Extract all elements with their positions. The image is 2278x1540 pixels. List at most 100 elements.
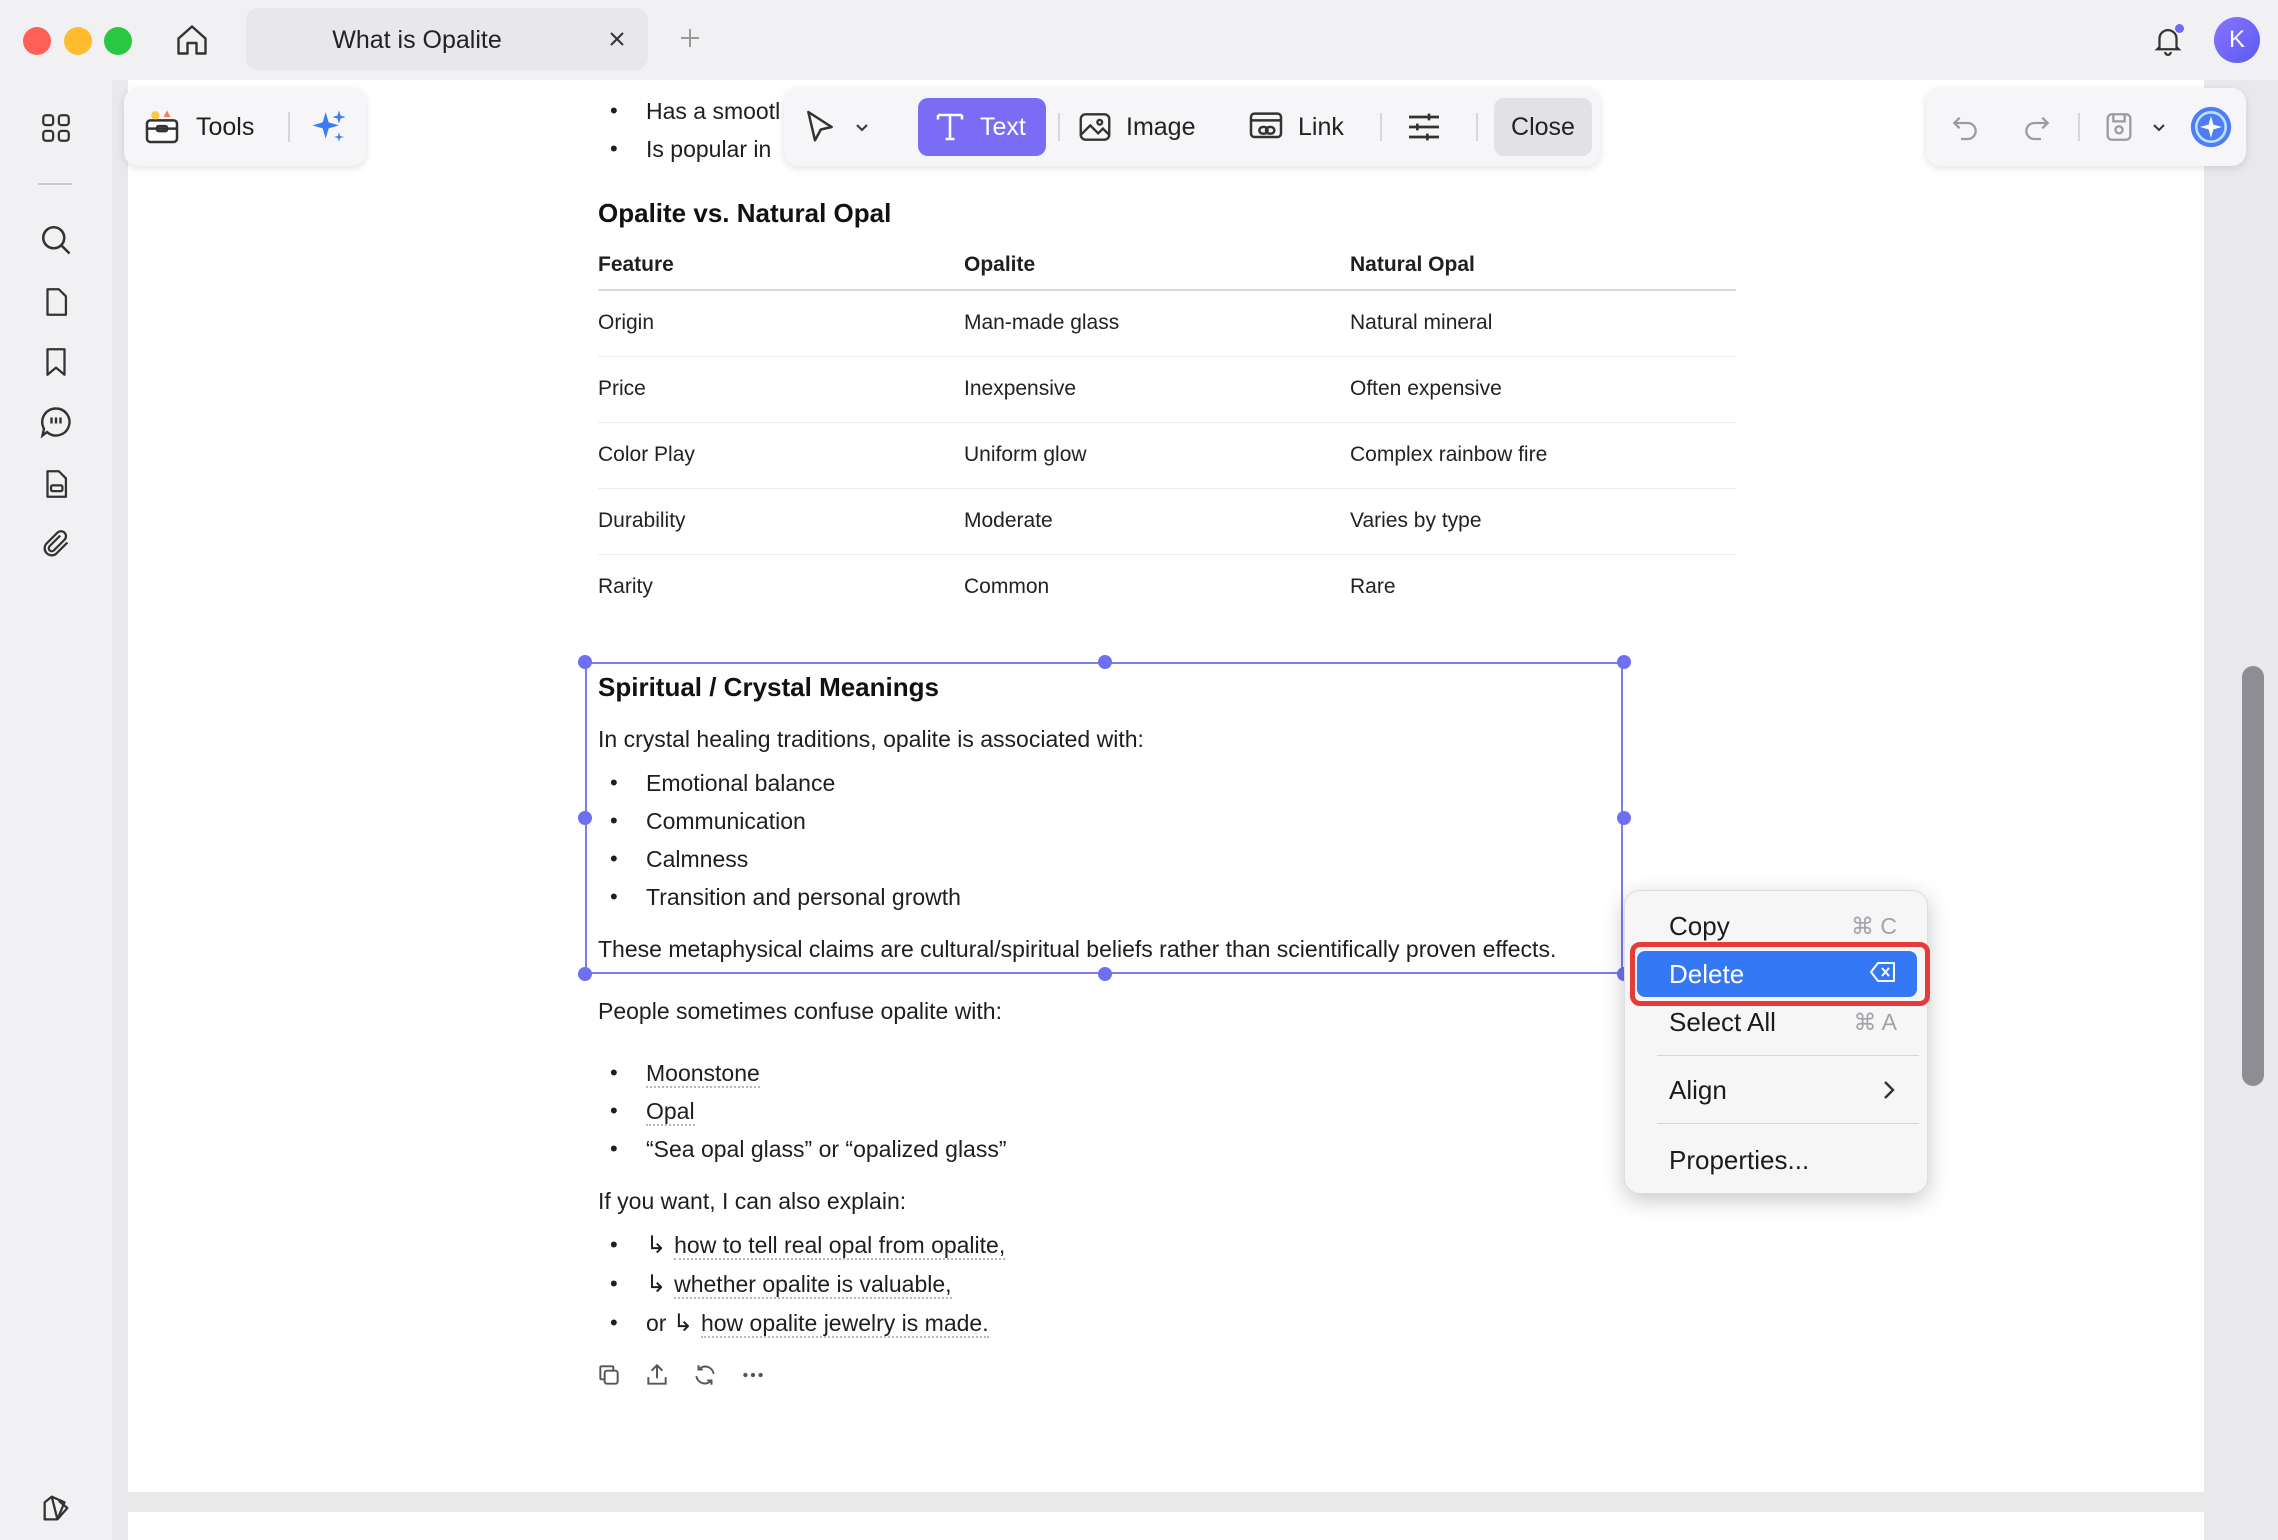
apps-grid-icon[interactable] (30, 102, 82, 154)
bookmark-icon[interactable] (30, 336, 82, 388)
ai-assistant-icon[interactable] (2188, 104, 2234, 150)
undo-icon[interactable] (1942, 104, 1988, 150)
pages-icon[interactable] (30, 276, 82, 328)
tab-close-icon[interactable] (600, 22, 634, 56)
list-item: Emotional balance (598, 764, 1738, 802)
tab-title: What is Opalite (332, 26, 502, 54)
table-cell: Origin (598, 290, 964, 357)
table-row: Price Inexpensive Often expensive (598, 356, 1736, 423)
list-item: “Sea opal glass” or “opalized glass” (598, 1130, 1738, 1168)
resize-handle[interactable] (578, 811, 592, 825)
table-cell: Man-made glass (964, 290, 1350, 357)
followup-link[interactable]: how to tell real opal from opalite, (674, 1232, 1006, 1260)
table-header: Feature (598, 240, 964, 291)
save-icon[interactable] (2096, 104, 2142, 150)
list-item: Communication (598, 802, 1738, 840)
list-item: Opal (598, 1092, 1738, 1130)
confuse-bullet-list: Moonstone Opal “Sea opal glass” or “opal… (598, 1054, 1738, 1168)
text-icon (936, 113, 964, 141)
link-moonstone[interactable]: Moonstone (646, 1060, 760, 1088)
properties-tool-button[interactable] (1404, 98, 1444, 156)
toolbar-divider (2078, 113, 2080, 141)
or-text: or (646, 1310, 667, 1336)
redo-icon[interactable] (2014, 104, 2060, 150)
home-icon[interactable] (170, 18, 214, 62)
more-icon[interactable] (740, 1362, 766, 1388)
edit-toolbar: Text Image Link Close (784, 88, 1600, 166)
list-item: Moonstone (598, 1054, 1738, 1092)
notification-dot (2175, 24, 2184, 33)
ai-sparkle-icon[interactable] (304, 102, 354, 152)
resize-handle[interactable] (578, 967, 592, 981)
menu-item-properties[interactable]: Properties... (1637, 1137, 1917, 1183)
table-cell: Moderate (964, 488, 1350, 555)
list-item: ↳ whether opalite is valuable, (598, 1265, 1738, 1304)
list-item: or ↳ how opalite jewelry is made. (598, 1304, 1738, 1343)
link-icon (1249, 112, 1283, 139)
title-bar: What is Opalite K (0, 0, 2278, 80)
menu-item-label: Align (1669, 1074, 1727, 1105)
menu-divider (1657, 1123, 1919, 1124)
toolbar-divider (1380, 113, 1382, 141)
close-edit-button[interactable]: Close (1494, 98, 1592, 156)
chevron-right-icon (1884, 1081, 1895, 1099)
close-window-button[interactable] (23, 27, 51, 55)
new-tab-icon[interactable] (672, 20, 708, 56)
resize-handle[interactable] (578, 655, 592, 669)
text-tool-label: Text (980, 112, 1026, 141)
chevron-down-icon[interactable] (2144, 104, 2174, 150)
followup-link[interactable]: how opalite jewelry is made. (700, 1310, 989, 1338)
user-avatar[interactable]: K (2214, 17, 2260, 63)
image-tool-label: Image (1126, 112, 1196, 141)
table-row: Color Play Uniform glow Complex rainbow … (598, 422, 1736, 489)
theme-icon[interactable] (30, 1482, 82, 1534)
spiritual-intro: In crystal healing traditions, opalite i… (598, 726, 1144, 752)
table-cell: Common (964, 575, 1050, 599)
tools-label: Tools (196, 112, 255, 141)
document-tab[interactable]: What is Opalite (246, 8, 648, 70)
resize-handle[interactable] (1098, 655, 1112, 669)
minimize-window-button[interactable] (64, 27, 92, 55)
comment-icon[interactable] (30, 396, 82, 448)
link-tool-button[interactable]: Link (1246, 98, 1344, 156)
menu-divider (1657, 1055, 1919, 1056)
resize-handle[interactable] (1098, 967, 1112, 981)
attachment-icon[interactable] (30, 518, 82, 570)
table-cell: Natural mineral (1350, 290, 1736, 357)
regenerate-icon[interactable] (692, 1362, 718, 1388)
table-row: Durability Moderate Varies by type (598, 488, 1736, 555)
link-tool-label: Link (1298, 112, 1344, 141)
notification-bell-icon[interactable] (2146, 18, 2190, 62)
vertical-scrollbar[interactable] (2242, 666, 2264, 1086)
delete-highlight-outline (1630, 942, 1930, 1006)
list-item: Transition and personal growth (598, 878, 1738, 916)
shortcut-label: ⌘ C (1851, 912, 1897, 939)
share-icon[interactable] (644, 1362, 670, 1388)
confuse-intro: People sometimes confuse opalite with: (598, 998, 1002, 1024)
zoom-window-button[interactable] (104, 27, 132, 55)
image-tool-button[interactable]: Image (1076, 98, 1195, 156)
chevron-down-icon (856, 124, 868, 132)
table-cell: Inexpensive (964, 356, 1350, 423)
search-icon[interactable] (30, 214, 82, 266)
text-tool-button[interactable]: Text (918, 98, 1046, 156)
form-field-icon[interactable] (30, 458, 82, 510)
resize-handle[interactable] (1617, 655, 1631, 669)
link-opal[interactable]: Opal (646, 1098, 695, 1126)
tools-button[interactable]: Tools (142, 102, 254, 152)
menu-item-label: Properties... (1669, 1144, 1810, 1175)
table-row: Rarity Common Rare (598, 554, 1736, 620)
toolbar-divider (1476, 113, 1478, 141)
table-cell: Uniform glow (964, 422, 1350, 489)
explain-bullet-list: ↳ how to tell real opal from opalite, ↳ wh… (598, 1226, 1738, 1343)
table-cell: Complex rainbow fire (1350, 422, 1736, 489)
select-tool-button[interactable] (800, 98, 872, 156)
sidebar-divider (38, 183, 72, 185)
comparison-heading: Opalite vs. Natural Opal (598, 198, 892, 228)
copy-icon[interactable] (596, 1362, 622, 1388)
list-item: Calmness (598, 840, 1738, 878)
followup-link[interactable]: whether opalite is valuable, (674, 1271, 952, 1299)
menu-item-align[interactable]: Align (1637, 1067, 1917, 1113)
table-cell: Price (598, 356, 964, 423)
list-item: ↳ how to tell real opal from opalite, (598, 1226, 1738, 1265)
